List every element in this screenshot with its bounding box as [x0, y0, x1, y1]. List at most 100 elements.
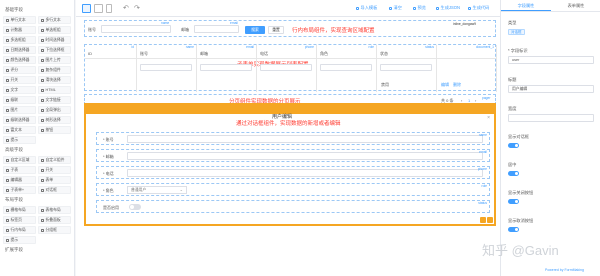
- column-input[interactable]: [380, 64, 432, 71]
- edit-link[interactable]: 编辑: [441, 82, 449, 88]
- palette-item[interactable]: 滑块选择: [38, 76, 71, 84]
- sub-table-column[interactable]: 电话 phone: [257, 45, 317, 92]
- inline-query-row[interactable]: 账号 name 邮箱 email 搜索 重置 inline_dongaw9 行内…: [84, 20, 496, 37]
- palette-grid: 单行文本 多行文本 计数器 单选框组 多选框组 时间选择器 日期选择器 下拉选择框 颜色选择器图…: [3, 16, 71, 144]
- gen-code-button[interactable]: 生成代码: [468, 5, 489, 11]
- dialog-component[interactable]: 用户编辑 × 通过对话框组件，实现数据的新增或者编辑 * 账号 name * 邮箱 e…: [84, 103, 496, 226]
- palette-item[interactable]: HTML: [38, 86, 71, 94]
- sub-table-column[interactable]: 状态 status 禁用: [377, 45, 437, 92]
- dialog-field-input[interactable]: [127, 169, 483, 177]
- tab-field-props[interactable]: 字段属性: [501, 0, 551, 11]
- enabled-switch[interactable]: [129, 204, 141, 210]
- palette-item[interactable]: 计数器: [3, 26, 36, 34]
- pc-view-button[interactable]: [82, 4, 91, 13]
- palette-item[interactable]: 单行文本: [3, 16, 36, 24]
- sub-table-column[interactable]: 角色 role: [317, 45, 377, 92]
- palette-item[interactable]: 日期选择器: [3, 46, 36, 54]
- column-tag: document_1: [475, 45, 494, 49]
- dialog-form-row[interactable]: 是否启用 status: [96, 200, 490, 213]
- dialog-form-row[interactable]: * 账号 name: [96, 132, 490, 145]
- center-toggle[interactable]: [508, 171, 519, 176]
- palette-item[interactable]: 颜色选择器: [3, 56, 36, 64]
- column-input[interactable]: [200, 64, 252, 71]
- palette-item[interactable]: 级联: [3, 96, 36, 104]
- palette-item[interactable]: 提示: [3, 236, 36, 244]
- palette-item[interactable]: 富文本: [3, 126, 36, 134]
- width-input[interactable]: [508, 114, 594, 122]
- mobile-view-button[interactable]: [106, 4, 112, 13]
- copy-icon[interactable]: [480, 217, 486, 223]
- field-id-input[interactable]: user: [508, 56, 594, 64]
- palette-item[interactable]: 提示: [3, 136, 36, 144]
- palette-item[interactable]: 折叠面板: [38, 216, 71, 224]
- column-input[interactable]: [140, 64, 192, 71]
- tablet-view-button[interactable]: [94, 4, 103, 13]
- show-dialog-toggle[interactable]: [508, 143, 519, 148]
- palette-item[interactable]: 对话框: [38, 186, 71, 194]
- palette-item-label: 表格布局: [45, 208, 61, 212]
- palette-item[interactable]: 文字: [3, 86, 36, 94]
- component-icon: [6, 138, 9, 142]
- dialog-field-input[interactable]: [127, 152, 483, 160]
- sub-table-column[interactable]: 账号 name: [137, 45, 197, 92]
- palette-item[interactable]: 图片: [3, 106, 36, 114]
- account-input[interactable]: [101, 25, 171, 33]
- search-button[interactable]: 搜索: [245, 26, 265, 34]
- palette-item[interactable]: 多选框组: [3, 36, 36, 44]
- palette-item[interactable]: 级联选择器: [3, 116, 36, 124]
- component-icon: [6, 218, 9, 222]
- dialog-form-row[interactable]: * 角色 普通用户 ⌄ role: [96, 183, 490, 196]
- role-select[interactable]: 普通用户 ⌄: [127, 186, 187, 194]
- palette-item[interactable]: 子表单+: [3, 186, 36, 194]
- palette-item[interactable]: 标签页: [3, 216, 36, 224]
- palette-item[interactable]: 图片上传: [38, 56, 71, 64]
- palette-item[interactable]: 开关: [3, 76, 36, 84]
- palette-item[interactable]: 复杂组件: [38, 66, 71, 74]
- palette-item[interactable]: 多行文本: [38, 16, 71, 24]
- palette-item[interactable]: 编辑器: [3, 176, 36, 184]
- delete-icon[interactable]: [487, 217, 493, 223]
- palette-item[interactable]: 表格布局: [38, 206, 71, 214]
- gen-json-button[interactable]: 生成JSON: [436, 5, 460, 11]
- column-input[interactable]: [260, 64, 312, 71]
- palette-item[interactable]: 行内布局: [3, 226, 36, 234]
- component-icon: [41, 218, 44, 222]
- sub-table-column[interactable]: 邮箱 email: [197, 45, 257, 92]
- delete-link[interactable]: 删除: [453, 82, 461, 88]
- palette-item[interactable]: 下拉选择框: [38, 46, 71, 54]
- palette-item[interactable]: 评分: [3, 66, 36, 74]
- palette-item[interactable]: 分组框: [38, 226, 71, 234]
- palette-item[interactable]: 按钮: [38, 126, 71, 134]
- dialog-form-row[interactable]: * 邮箱 email: [96, 149, 490, 162]
- palette-item[interactable]: 树形选择: [38, 116, 71, 124]
- clear-button[interactable]: 清空: [389, 5, 402, 11]
- palette-item[interactable]: 子表: [3, 166, 36, 174]
- palette-item[interactable]: 自定义区域: [3, 156, 36, 164]
- palette-item[interactable]: 单选框组: [38, 26, 71, 34]
- dialog-field-input[interactable]: [127, 135, 483, 143]
- dialog-form-row[interactable]: * 电话 phone: [96, 166, 490, 179]
- tab-form-props[interactable]: 表单属性: [551, 0, 600, 11]
- palette-item[interactable]: 表单: [38, 176, 71, 184]
- sub-table-column[interactable]: document_1 编辑 删除: [437, 45, 497, 92]
- show-cancel-toggle[interactable]: [508, 227, 519, 232]
- palette-item[interactable]: 文字链接: [38, 96, 71, 104]
- redo-icon[interactable]: ↷: [134, 4, 140, 12]
- design-canvas[interactable]: 账号 name 邮箱 email 搜索 重置 inline_dongaw9 行内…: [76, 17, 500, 276]
- undo-icon[interactable]: ↶: [123, 4, 129, 12]
- column-input[interactable]: [320, 64, 372, 71]
- import-template-button[interactable]: 导入模板: [356, 5, 377, 11]
- palette-item[interactable]: 自定义组件: [38, 156, 71, 164]
- reset-button[interactable]: 重置: [268, 26, 284, 34]
- preview-button[interactable]: 预览: [413, 5, 426, 11]
- title-input[interactable]: 用户编辑: [508, 85, 594, 93]
- sub-table-column[interactable]: ID id: [85, 45, 137, 92]
- email-input[interactable]: [194, 25, 239, 33]
- palette-item[interactable]: 栅格布局: [3, 206, 36, 214]
- show-close-toggle[interactable]: [508, 199, 519, 204]
- palette-item[interactable]: 全局弹出: [38, 106, 71, 114]
- palette-item[interactable]: 时间选择器: [38, 36, 71, 44]
- palette-item[interactable]: 开关: [38, 166, 71, 174]
- sub-table[interactable]: 子表单实现数据展示列表配置 IDid账号name邮箱email电话phone角色…: [84, 44, 497, 92]
- close-icon[interactable]: ×: [487, 115, 490, 121]
